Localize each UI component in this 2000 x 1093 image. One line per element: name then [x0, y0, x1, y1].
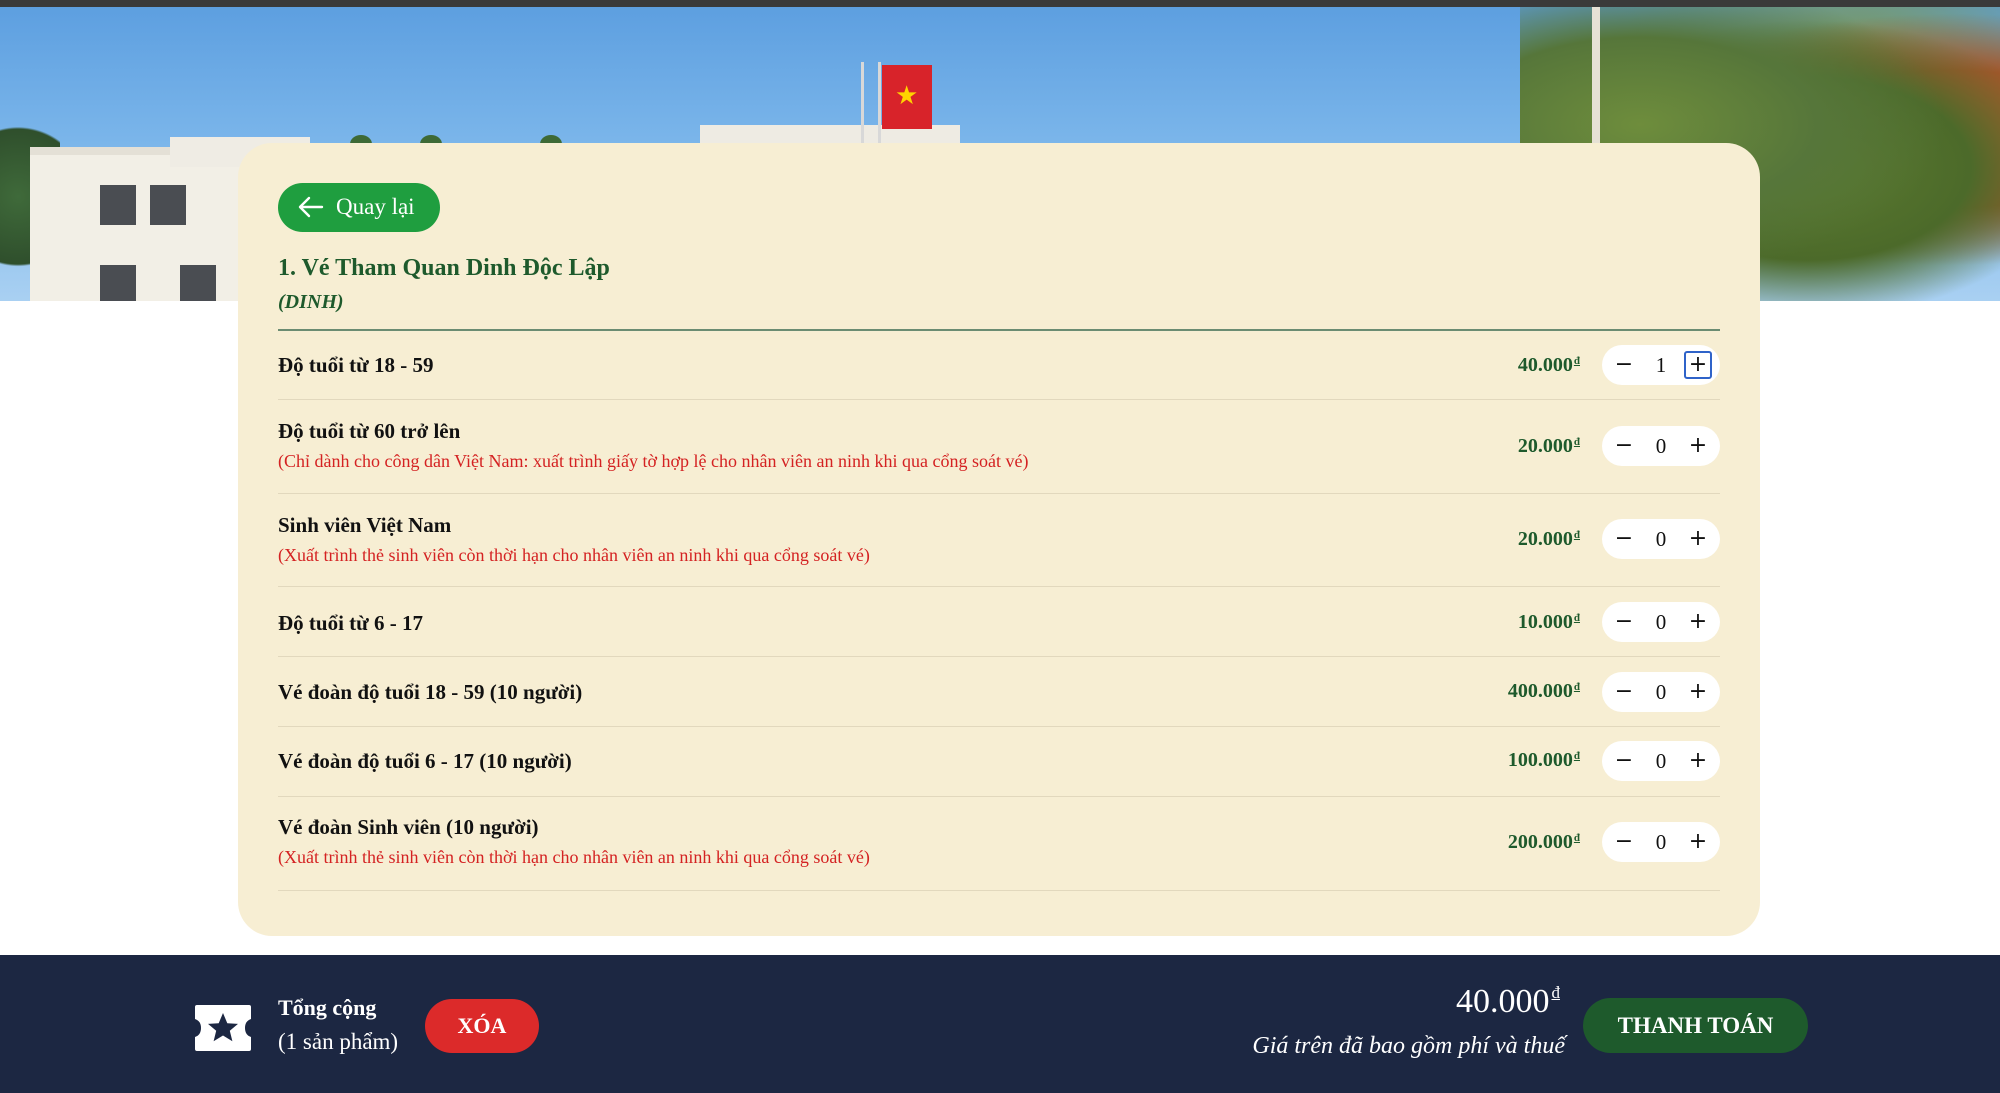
- clear-button[interactable]: XÓA: [425, 999, 539, 1053]
- increase-button[interactable]: +: [1684, 608, 1712, 636]
- ticket-name: Vé đoàn Sinh viên (10 người): [278, 815, 539, 839]
- decrease-button[interactable]: −: [1610, 678, 1638, 706]
- ticket-price: 20.000đ: [1517, 528, 1580, 550]
- ticket-price: 10.000đ: [1517, 611, 1580, 633]
- increase-button[interactable]: +: [1684, 525, 1712, 553]
- ticket-row: Vé đoàn Sinh viên (10 người) (Xuất trình…: [278, 798, 1720, 891]
- price-note: Giá trên đã bao gồm phí và thuế: [1252, 1033, 1565, 1059]
- palace-building: [30, 147, 250, 301]
- back-button-label: Quay lại: [336, 194, 415, 219]
- increase-button[interactable]: +: [1684, 747, 1712, 775]
- quantity-value: 0: [1655, 749, 1667, 773]
- total-label: Tổng cộng: [278, 995, 377, 1020]
- ticket-name: Vé đoàn độ tuổi 18 - 59 (10 người): [278, 680, 583, 704]
- ticket-price: 20.000đ: [1517, 435, 1580, 457]
- ticket-note: (Chỉ dành cho công dân Việt Nam: xuất tr…: [278, 451, 1029, 471]
- item-count: (1 sản phẩm): [278, 1029, 399, 1054]
- checkout-button[interactable]: THANH TOÁN: [1583, 998, 1808, 1053]
- quantity-stepper: − 1 +: [1602, 345, 1720, 385]
- ticket-price: 100.000đ: [1507, 749, 1580, 771]
- ticket-name: Độ tuổi từ 60 trở lên: [278, 419, 461, 443]
- quantity-value: 0: [1655, 434, 1667, 458]
- ticket-note: (Xuất trình thẻ sinh viên còn thời hạn c…: [278, 847, 870, 867]
- decrease-button[interactable]: −: [1610, 432, 1638, 460]
- ticket-price: 400.000đ: [1507, 680, 1580, 702]
- ticket-row: Độ tuổi từ 6 - 17 10.000đ − 0 +: [278, 588, 1720, 657]
- decrease-button[interactable]: −: [1610, 608, 1638, 636]
- ticket-code: (DINH): [278, 291, 344, 313]
- ticket-name: Độ tuổi từ 18 - 59: [278, 353, 434, 377]
- ticket-note: (Xuất trình thẻ sinh viên còn thời hạn c…: [278, 545, 870, 565]
- ticket-price: 200.000đ: [1507, 831, 1580, 853]
- increase-button[interactable]: +: [1684, 828, 1712, 856]
- quantity-value: 0: [1655, 830, 1667, 854]
- back-button[interactable]: Quay lại: [278, 183, 440, 232]
- increase-button[interactable]: +: [1684, 351, 1712, 379]
- ticket-row: Sinh viên Việt Nam (Xuất trình thẻ sinh …: [278, 495, 1720, 587]
- ticket-name: Vé đoàn độ tuổi 6 - 17 (10 người): [278, 749, 572, 773]
- decrease-button[interactable]: −: [1610, 351, 1638, 379]
- decrease-button[interactable]: −: [1610, 747, 1638, 775]
- quantity-stepper: − 0 +: [1602, 519, 1720, 559]
- ticket-row: Độ tuổi từ 60 trở lên (Chỉ dành cho công…: [278, 401, 1720, 494]
- total-amount: 40.000 đ: [1456, 983, 1560, 1020]
- ticket-row: Vé đoàn độ tuổi 6 - 17 (10 người) 100.00…: [278, 728, 1720, 797]
- ticket-star-icon: [195, 1005, 251, 1051]
- ticket-title: 1. Vé Tham Quan Dinh Độc Lập: [278, 255, 610, 281]
- ticket-name: Sinh viên Việt Nam: [278, 513, 452, 537]
- vietnam-flag: ★: [882, 65, 932, 129]
- quantity-stepper: − 0 +: [1602, 672, 1720, 712]
- decrease-button[interactable]: −: [1610, 828, 1638, 856]
- quantity-value: 0: [1655, 527, 1667, 551]
- increase-button[interactable]: +: [1684, 678, 1712, 706]
- decrease-button[interactable]: −: [1610, 525, 1638, 553]
- quantity-value: 0: [1655, 680, 1667, 704]
- quantity-stepper: − 0 +: [1602, 822, 1720, 862]
- ticket-name: Độ tuổi từ 6 - 17: [278, 611, 424, 635]
- arrow-left-icon: [298, 196, 324, 218]
- quantity-stepper: − 0 +: [1602, 741, 1720, 781]
- quantity-stepper: − 0 +: [1602, 602, 1720, 642]
- ticket-price: 40.000đ: [1517, 354, 1580, 376]
- cart-footer: Tổng cộng (1 sản phẩm) XÓA 40.000 đ Giá t…: [0, 955, 2000, 1093]
- quantity-value: 0: [1655, 610, 1667, 634]
- quantity-value: 1: [1655, 353, 1667, 377]
- increase-button[interactable]: +: [1684, 432, 1712, 460]
- quantity-stepper: − 0 +: [1602, 426, 1720, 466]
- top-bar: [0, 0, 2000, 7]
- ticket-row: Độ tuổi từ 18 - 59 40.000đ − 1 +: [278, 331, 1720, 400]
- ticket-selection-card: Quay lại 1. Vé Tham Quan Dinh Độc Lập (D…: [238, 143, 1760, 936]
- ticket-row: Vé đoàn độ tuổi 18 - 59 (10 người) 400.0…: [278, 658, 1720, 727]
